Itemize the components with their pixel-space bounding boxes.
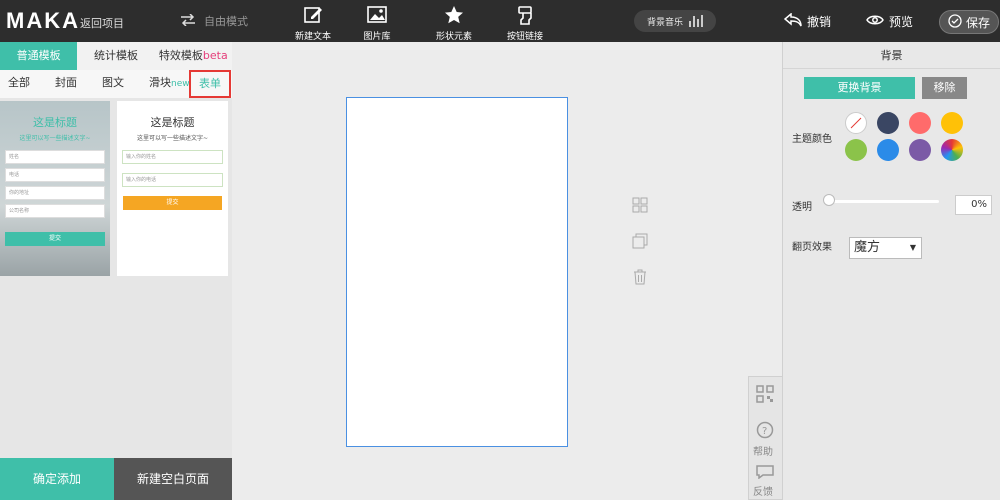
color-swatch-custom[interactable] — [941, 139, 963, 161]
change-background-button[interactable]: 更换背景 — [804, 77, 915, 99]
back-to-projects-link[interactable]: 返回项目 — [80, 15, 124, 31]
new-blank-page-button[interactable]: 新建空白页面 — [114, 458, 232, 500]
feedback-icon[interactable] — [756, 465, 774, 482]
undo-label: 撤销 — [807, 14, 832, 29]
category-form[interactable]: 表单 — [189, 70, 231, 98]
color-swatch-none[interactable] — [845, 112, 867, 134]
save-button[interactable]: 保存 — [939, 10, 999, 34]
background-music-label: 背景音乐 — [646, 17, 683, 28]
music-bars-icon — [689, 15, 703, 27]
color-swatch-blue[interactable] — [877, 139, 899, 161]
help-label[interactable]: 帮助 — [753, 443, 773, 458]
color-swatch-yellow[interactable] — [941, 112, 963, 134]
category-tabs: 全部 封面 图文 滑块new 表单 — [0, 70, 232, 98]
edit-icon — [283, 5, 343, 27]
theme-color-label: 主题颜色 — [792, 134, 832, 145]
qr-code-icon[interactable] — [756, 385, 774, 406]
template1-field: 电话 — [5, 168, 105, 182]
form-template-1[interactable]: 这是标题 这里可以写一些描述文字~ 姓名 电话 你的地址 公司名称 提交 — [0, 101, 110, 276]
panel-title: 背景 — [783, 42, 1000, 69]
new-tag: new — [171, 79, 190, 89]
confirm-add-button[interactable]: 确定添加 — [0, 458, 114, 500]
help-icon[interactable]: ? — [756, 421, 774, 442]
undo-icon — [783, 11, 802, 30]
remove-background-button[interactable]: 移除 — [922, 77, 967, 99]
tab-stat-templates[interactable]: 统计模板 — [77, 42, 154, 70]
template1-submit: 提交 — [5, 232, 105, 246]
template1-field: 你的地址 — [5, 186, 105, 200]
category-slider[interactable]: 滑块new — [149, 70, 190, 97]
template-thumbnails: 这是标题 这里可以写一些描述文字~ 姓名 电话 你的地址 公司名称 提交 这是标… — [0, 98, 232, 278]
opacity-value-field[interactable]: 0% — [955, 195, 992, 215]
new-text-tool[interactable]: 新建文本 — [283, 5, 343, 42]
button-link-tool[interactable]: 按钮链接 — [495, 5, 555, 42]
template2-field: 输入你的姓名 — [122, 150, 223, 164]
floating-help-box: ? 帮助 反馈 — [748, 376, 782, 500]
flip-effect-value: 魔方 — [854, 240, 881, 255]
top-bar: MAKA 返回项目 自由模式 新建文本 图片库 形状元素 按钮链接 背景音乐 撤… — [0, 0, 1000, 42]
eye-icon — [866, 14, 884, 29]
grid-icon[interactable] — [632, 197, 650, 215]
tab-effect-templates[interactable]: 特效模板beta — [155, 42, 232, 70]
category-all[interactable]: 全部 — [8, 70, 30, 96]
opacity-label: 透明 — [792, 202, 812, 213]
feedback-label[interactable]: 反馈 — [753, 483, 773, 498]
link-icon — [495, 5, 555, 27]
preview-button[interactable]: 预览 — [866, 10, 913, 32]
editor-canvas-page[interactable] — [346, 97, 568, 447]
opacity-slider-handle[interactable] — [823, 194, 835, 206]
color-swatch-purple[interactable] — [909, 139, 931, 161]
form-template-2[interactable]: 这是标题 这里可以写一些描述文字~ 输入你的姓名 输入你的电话 提交 — [117, 101, 228, 276]
shape-elements-label: 形状元素 — [435, 32, 472, 42]
shape-elements-tool[interactable]: 形状元素 — [424, 5, 484, 42]
background-music-button[interactable]: 背景音乐 — [634, 10, 716, 32]
star-icon — [424, 5, 484, 27]
template1-field: 公司名称 — [5, 204, 105, 218]
template1-title: 这是标题 — [33, 116, 77, 129]
save-label: 保存 — [965, 15, 990, 30]
opacity-slider-track[interactable] — [828, 200, 939, 203]
template2-submit: 提交 — [123, 196, 222, 210]
category-image-text[interactable]: 图文 — [102, 70, 124, 96]
free-mode-toggle[interactable]: 自由模式 — [180, 12, 248, 29]
color-swatch-coral[interactable] — [909, 112, 931, 134]
tab-normal-templates[interactable]: 普通模板 — [0, 42, 78, 70]
background-settings-panel: 背景 更换背景 移除 主题颜色 透明 0% 翻页效果 魔方 ▼ — [782, 42, 1000, 500]
chevron-down-icon: ▼ — [909, 243, 916, 252]
new-text-label: 新建文本 — [294, 32, 331, 42]
undo-button[interactable]: 撤销 — [783, 10, 832, 32]
color-swatch-green[interactable] — [845, 139, 867, 161]
flip-effect-select[interactable]: 魔方 ▼ — [849, 237, 922, 259]
preview-label: 预览 — [889, 14, 914, 29]
image-library-label: 图片库 — [363, 32, 391, 42]
button-link-label: 按钮链接 — [506, 32, 543, 42]
copy-icon[interactable] — [632, 233, 650, 251]
image-library-tool[interactable]: 图片库 — [347, 5, 407, 42]
template1-subtitle: 这里可以写一些描述文字~ — [19, 135, 91, 142]
category-cover[interactable]: 封面 — [55, 70, 77, 96]
template2-title: 这是标题 — [150, 116, 195, 129]
template-tabs: 普通模板 统计模板 特效模板beta — [0, 42, 232, 70]
template2-field: 输入你的电话 — [122, 173, 223, 187]
flip-effect-label: 翻页效果 — [792, 242, 832, 253]
trash-icon[interactable] — [632, 269, 650, 287]
image-icon — [347, 5, 407, 27]
template-panel: 普通模板 统计模板 特效模板beta 全部 封面 图文 滑块new 表单 这是标… — [0, 42, 232, 500]
beta-tag: beta — [202, 49, 228, 62]
template1-field: 姓名 — [5, 150, 105, 164]
effect-templates-label: 特效模板 — [158, 49, 203, 62]
slider-label: 滑块 — [149, 76, 171, 89]
template2-subtitle: 这里可以写一些描述文字~ — [136, 135, 209, 142]
maka-logo[interactable]: MAKA — [6, 8, 80, 34]
swap-icon — [180, 12, 196, 29]
svg-text:?: ? — [762, 426, 767, 437]
color-swatch-navy[interactable] — [877, 112, 899, 134]
free-mode-label: 自由模式 — [204, 15, 248, 28]
check-circle-icon — [948, 13, 962, 31]
